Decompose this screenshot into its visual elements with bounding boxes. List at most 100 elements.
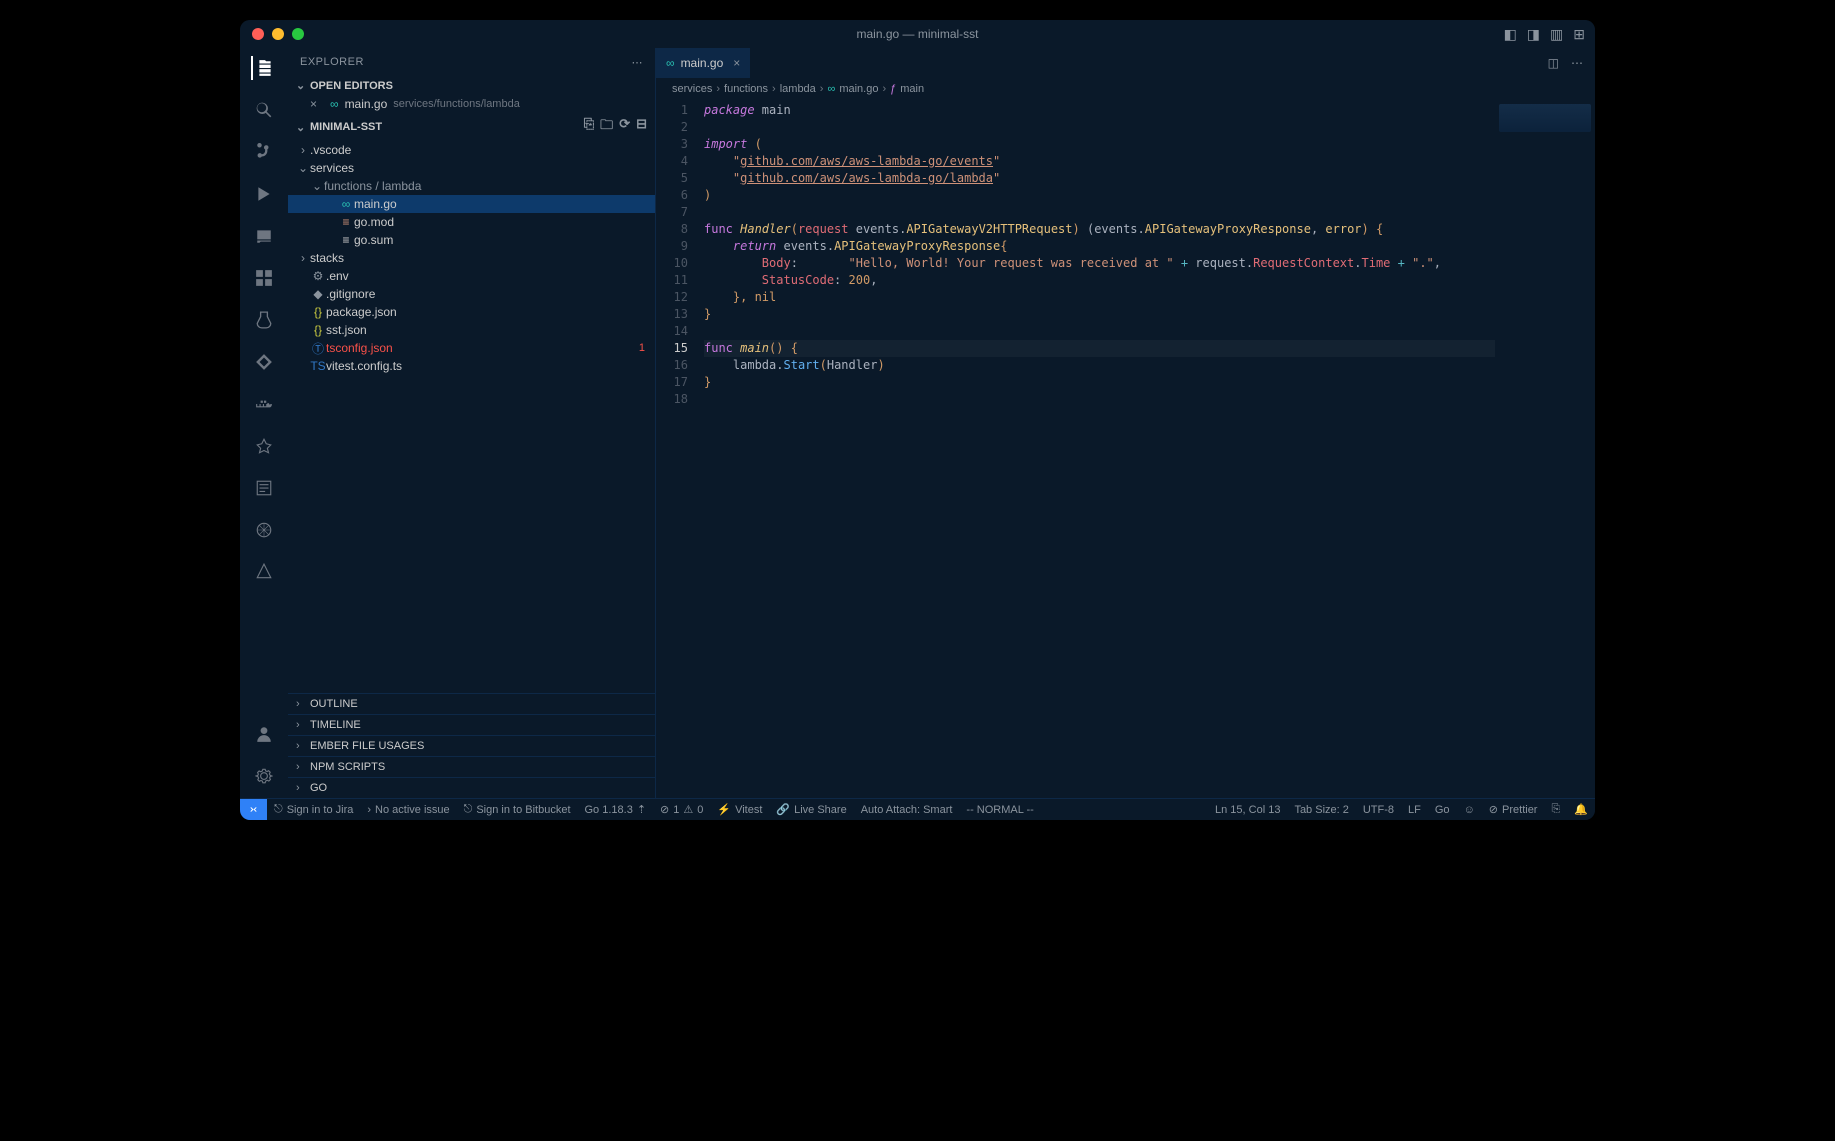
tab-bar: ∞ main.go × ◫ ⋯ [656,48,1595,78]
code-editor[interactable]: package mainimport ( "github.com/aws/aws… [704,100,1495,798]
problems-status[interactable]: ⊘1⚠0 [653,799,710,820]
accounts-icon[interactable] [252,722,276,746]
outline-section[interactable]: ›OUTLINE [288,693,655,714]
issue-status[interactable]: ›No active issue [360,799,456,820]
breadcrumb[interactable]: services› functions› lambda› ∞main.go› ƒ… [656,78,1595,100]
file-package-json[interactable]: {}package.json [288,303,655,321]
traffic-lights [240,28,304,40]
source-control-activity-icon[interactable] [252,140,276,164]
minimap[interactable] [1495,100,1595,798]
language-mode[interactable]: Go [1428,799,1457,820]
file-gitignore[interactable]: ◆.gitignore [288,285,655,303]
search-activity-icon[interactable] [252,98,276,122]
go-file-icon: ∞ [330,97,339,111]
go-sum-icon: ≡ [338,233,354,247]
extensions-activity-icon[interactable] [252,266,276,290]
folder-lambda[interactable]: ⌄functions / lambda [288,177,655,195]
bell-icon[interactable]: 🔔 [1567,799,1595,820]
kubernetes-activity-icon[interactable] [252,518,276,542]
file-main-go[interactable]: ∞main.go [288,195,655,213]
tab-size[interactable]: Tab Size: 2 [1287,799,1355,820]
open-editors-section[interactable]: ⌄OPEN EDITORS [288,76,655,95]
refresh-icon[interactable]: ⟳ [619,116,630,138]
ts-icon: Ⓣ [310,340,326,357]
close-tab-icon[interactable]: × [733,56,740,70]
file-vitest[interactable]: TSvitest.config.ts [288,357,655,375]
file-tree: ›.vscode ⌄services ⌄functions / lambda ∞… [288,141,655,693]
ember-section[interactable]: ›EMBER FILE USAGES [288,735,655,756]
new-file-icon[interactable]: ⎘ [584,116,594,138]
file-go-mod[interactable]: ≡go.mod [288,213,655,231]
more-editor-icon[interactable]: ⋯ [1571,56,1583,70]
remote-explorer-activity-icon[interactable] [252,224,276,248]
feedback-icon[interactable]: ☺ [1457,799,1482,820]
titlebar: main.go — minimal-sst ◧ ◨ ▥ ⊞ [240,20,1595,48]
remote-indicator[interactable] [240,799,267,820]
vscode-window: main.go — minimal-sst ◧ ◨ ▥ ⊞ [240,20,1595,820]
gear-icon: ⚙ [310,269,326,283]
tweet-icon[interactable]: ⎘ [1544,799,1567,820]
liveshare-status[interactable]: 🔗Live Share [769,799,853,820]
cursor-position[interactable]: Ln 15, Col 13 [1208,799,1287,820]
go-section[interactable]: ›GO [288,777,655,798]
vim-mode: -- NORMAL -- [959,799,1040,820]
workspace-section[interactable]: ⌄MINIMAL-SST ⎘ 🗀 ⟳ ⊟ [288,113,655,141]
ts-icon: TS [310,359,326,373]
sidebar: EXPLORER ⋯ ⌄OPEN EDITORS × ∞ main.go ser… [288,48,656,798]
sidebar-title: EXPLORER ⋯ [288,48,655,76]
error-badge: 1 [639,342,645,354]
explorer-activity-icon[interactable] [251,56,275,80]
title-actions: ◧ ◨ ▥ ⊞ [1504,26,1585,43]
eol[interactable]: LF [1401,799,1428,820]
split-editor-icon[interactable]: ◫ [1548,56,1559,70]
window-minimize-button[interactable] [272,28,284,40]
collapse-all-icon[interactable]: ⊟ [636,116,647,138]
prettier-status[interactable]: ⊘Prettier [1482,799,1545,820]
customize-layout-icon[interactable]: ⊞ [1573,26,1585,43]
toggle-primary-sidebar-icon[interactable]: ◧ [1504,26,1517,43]
close-editor-icon[interactable]: × [310,97,324,111]
jira-activity-icon[interactable] [252,350,276,374]
docker-activity-icon[interactable] [252,392,276,416]
bitbucket-status[interactable]: ⎋Sign in to Bitbucket [457,799,578,820]
encoding[interactable]: UTF-8 [1356,799,1401,820]
editor-area: ∞ main.go × ◫ ⋯ services› functions› lam… [656,48,1595,798]
settings-gear-icon[interactable] [252,764,276,788]
file-tsconfig[interactable]: Ⓣtsconfig.json1 [288,339,655,357]
folder-vscode[interactable]: ›.vscode [288,141,655,159]
folder-services[interactable]: ⌄services [288,159,655,177]
jira-status[interactable]: ⎋Sign in to Jira [267,799,360,820]
file-env[interactable]: ⚙.env [288,267,655,285]
go-file-icon: ∞ [666,56,675,70]
toggle-secondary-sidebar-icon[interactable]: ▥ [1550,26,1563,43]
json-icon: {} [310,323,326,337]
file-sst-json[interactable]: {}sst.json [288,321,655,339]
activity-bar [240,48,288,798]
go-file-icon: ∞ [338,197,354,211]
window-maximize-button[interactable] [292,28,304,40]
line-numbers: 123456789101112131415161718 [656,100,704,798]
window-close-button[interactable] [252,28,264,40]
live-share-activity-icon[interactable] [252,434,276,458]
file-go-sum[interactable]: ≡go.sum [288,231,655,249]
window-title: main.go — minimal-sst [856,27,978,41]
todo-activity-icon[interactable] [252,476,276,500]
go-version[interactable]: Go 1.18.3⇡ [578,799,654,820]
go-mod-icon: ≡ [338,215,354,229]
json-icon: {} [310,305,326,319]
open-editor-item[interactable]: × ∞ main.go services/functions/lambda [288,95,655,113]
serverless-activity-icon[interactable] [252,560,276,584]
toggle-panel-icon[interactable]: ◨ [1527,26,1540,43]
autoattach-status[interactable]: Auto Attach: Smart [854,799,960,820]
statusbar: ⎋Sign in to Jira ›No active issue ⎋Sign … [240,798,1595,820]
vitest-status[interactable]: ⚡Vitest [710,799,769,820]
run-debug-activity-icon[interactable] [252,182,276,206]
new-folder-icon[interactable]: 🗀 [600,116,613,138]
sidebar-more-icon[interactable]: ⋯ [632,56,644,69]
npm-section[interactable]: ›NPM SCRIPTS [288,756,655,777]
tab-main-go[interactable]: ∞ main.go × [656,48,751,78]
git-icon: ◆ [310,287,326,301]
testing-activity-icon[interactable] [252,308,276,332]
timeline-section[interactable]: ›TIMELINE [288,714,655,735]
folder-stacks[interactable]: ›stacks [288,249,655,267]
